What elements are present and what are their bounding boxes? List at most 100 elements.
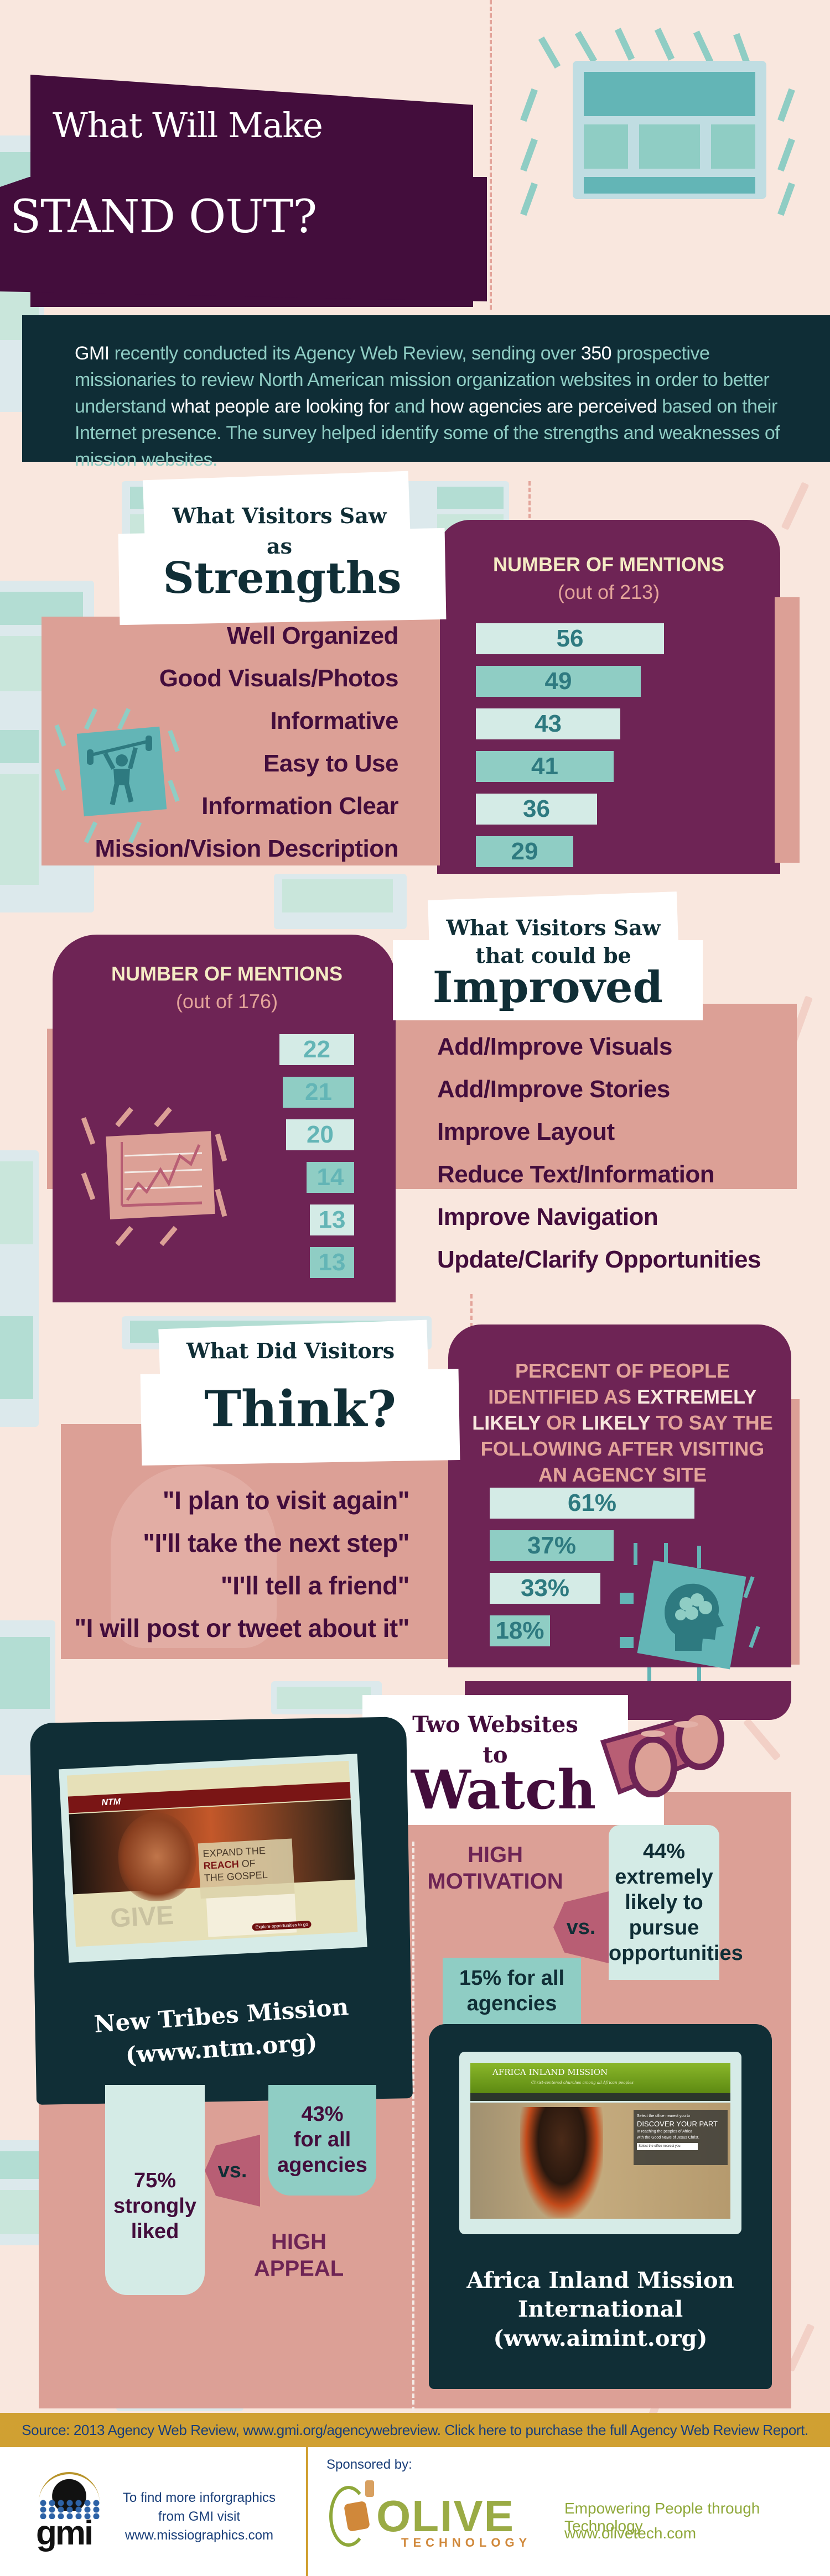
improved-bar: 20 [286,1119,354,1150]
improved-label: Reduce Text/Information [437,1161,715,1188]
gmi-promo-text[interactable]: To find more inforgraphics from GMI visi… [119,2489,279,2545]
source-bar[interactable]: Source: 2013 Agency Web Review, www.gmi.… [0,2413,830,2447]
think-bar: 33% [490,1573,600,1604]
improved-label: Improve Layout [437,1118,615,1145]
highlighted-text: what people are looking for [171,396,390,417]
strengths-side-panel [775,597,800,863]
improved-bar-value: 20 [307,1121,334,1148]
think-heading-line1: What Did Visitors [186,1338,395,1363]
ntm-logo: NTM [101,1797,121,1808]
strengths-label: Information Clear [201,792,398,820]
stat-line: APPEAL [253,2256,344,2281]
improved-heading-line1: What Visitors Saw [446,915,661,940]
strengths-bar-value: 29 [511,838,538,865]
stat-line: likely to [625,1891,703,1914]
strengths-mentions-sub: (out of 213) [557,581,660,603]
think-bar-value: 37% [527,1532,577,1559]
olive-logo-subtext: TECHNOLOGY [401,2536,532,2549]
think-bar-value: 61% [567,1489,617,1516]
gmi-link[interactable]: www.missiographics.com [119,2526,279,2545]
strengths-bar: 56 [476,623,664,654]
olive-logo-text: OLIVE [376,2491,515,2541]
aim-name: Africa Inland Mission [466,2267,734,2293]
rising-chart-icon [81,1106,232,1250]
improved-label: Improve Navigation [437,1203,658,1230]
strengths-bar: 29 [476,836,573,867]
confetti-decor [781,482,810,530]
aim-tagline: Christ-centered churches among all Afric… [531,2080,634,2085]
intro-text: GMI recently conducted its Agency Web Re… [75,340,805,473]
gmi-logo[interactable]: gmi [36,2472,102,2555]
strengths-label: Informative [270,707,398,734]
think-heading-big: Think? [204,1380,397,1438]
strengths-heading-big: Strengths [163,553,402,603]
stat-line: opportunities [609,1942,743,1965]
strengths-mentions-title: NUMBER OF MENTIONS [493,553,724,576]
stat-line: extremely [615,1865,713,1889]
decor-window [0,1150,39,1427]
improved-bar-value: 14 [317,1164,344,1191]
aim-high-label: HIGH MOTIVATION [426,1842,564,1895]
stat-line: 43% [301,2103,344,2126]
website-layout-icon [517,28,816,227]
weightlifter-icon [54,708,188,843]
highlighted-text: GMI [75,343,110,364]
stat-line: HIGH [468,1843,523,1867]
improved-bar-value: 21 [305,1078,332,1106]
strengths-bar-value: 56 [556,625,584,652]
stat-line: pursue [629,1916,699,1939]
think-description: PERCENT OF PEOPLE IDENTIFIED AS EXTREMEL… [470,1358,775,1488]
olive-url[interactable]: www.olivetech.com [564,2525,696,2542]
decor-window [0,2140,44,2245]
think-bar-value: 18% [495,1617,544,1644]
ntm-stat-compare: 43% for all agencies [268,2085,376,2196]
highlighted-text: 350 [580,343,612,364]
head-brain-icon [620,1543,764,1687]
improved-bar: 22 [279,1034,354,1065]
decor-window [274,874,407,929]
think-bar: 37% [490,1530,614,1561]
strengths-bar: 41 [476,751,614,782]
stat-line: 44% [642,1840,686,1863]
aim-stat-highlight: 44% extremely likely to pursue opportunities [609,1825,743,1980]
confetti-decor [743,1718,781,1761]
stat-line: agencies [277,2153,367,2177]
ntm-headline-reach: REACH [203,1858,240,1871]
think-label: "I plan to visit again" [162,1486,410,1515]
olive-logo[interactable]: OLIVE TECHNOLOGY [329,2480,551,2558]
think-bar: 18% [490,1615,550,1646]
footer: gmi To find more inforgraphics from GMI … [0,2447,830,2576]
ntm-give-label: GIVE [110,1900,175,1933]
stat-line: for all [293,2128,351,2151]
improved-mentions-sub: (out of 176) [175,990,278,1013]
intro-panel: GMI recently conducted its Agency Web Re… [22,315,830,470]
improved-label: Add/Improve Stories [437,1076,670,1103]
gmi-logo-text: gmi [36,2514,94,2552]
stat-line: liked [131,2220,179,2243]
improved-bar-value: 22 [303,1036,330,1063]
strengths-bar: 43 [476,708,620,739]
improved-bar: 21 [283,1077,354,1108]
gmi-text-2: from GMI visit [158,2509,240,2524]
think-label: "I'll take the next step" [143,1529,409,1557]
aim-logo: AFRICA INLAND MISSION [492,2067,608,2077]
aim-headline: DISCOVER YOUR PART [637,2120,718,2128]
source-link[interactable]: Source: 2013 Agency Web Review, www.gmi.… [22,2422,808,2439]
center-divider-line [470,1294,473,1327]
aim-sub2: with the Good News of Jesus Christ. [637,2136,699,2140]
think-label: "I will post or tweet about it" [74,1614,409,1642]
stat-line: MOTIVATION [427,1869,563,1894]
aim-sub1: In reaching the peoples of Africa [637,2130,693,2134]
improved-bar: 13 [310,1247,354,1278]
strengths-bar-value: 49 [544,668,572,695]
ntm-high-label: HIGH APPEAL [249,2229,349,2282]
gmi-text-1: To find more inforgraphics [122,2490,276,2505]
stat-line: agencies [466,1992,557,2015]
improved-mentions-title: NUMBER OF MENTIONS [111,962,343,985]
strengths-bar-value: 41 [531,753,558,780]
improved-heading-big: Improved [432,962,663,1013]
think-bar: 61% [490,1488,694,1519]
aim-url: (www.aimint.org) [493,2325,708,2351]
highlighted-text: LIKELY [582,1411,651,1434]
improved-bar: 14 [307,1162,354,1193]
